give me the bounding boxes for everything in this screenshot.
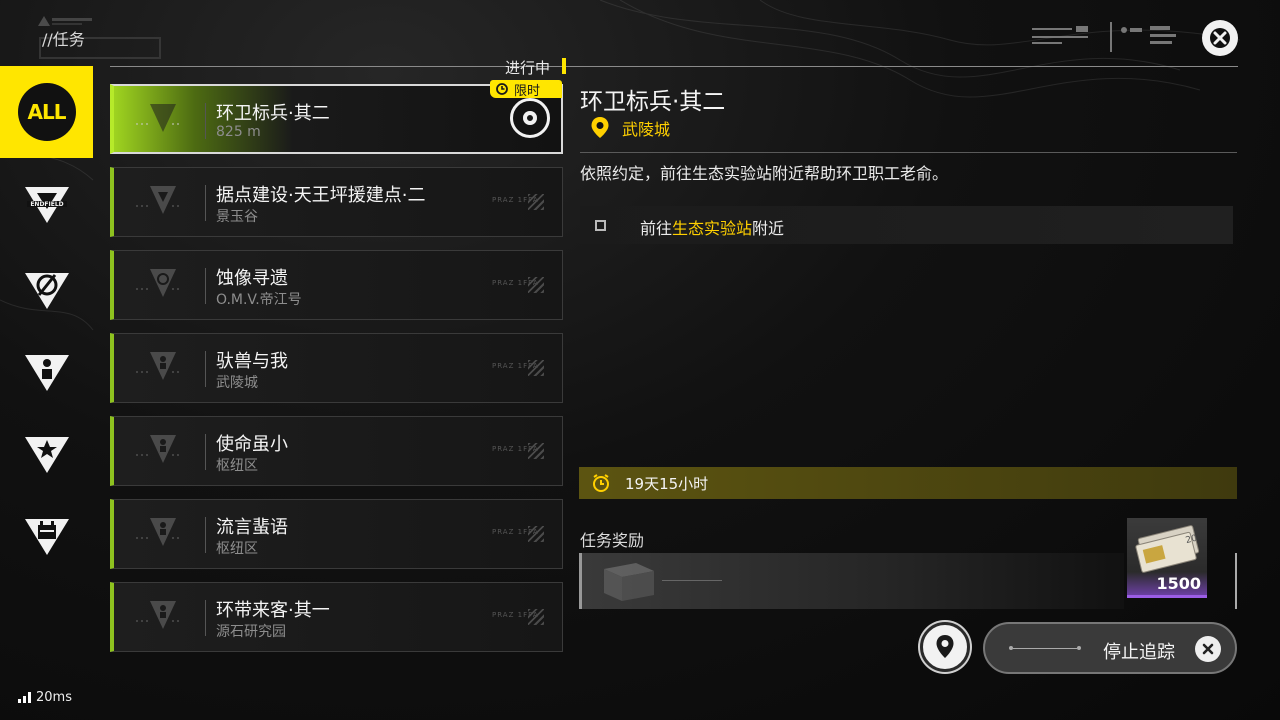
quest-name: 环卫标兵·其二 bbox=[216, 103, 330, 124]
quest-item[interactable]: 驮兽与我 武陵城 PRAZ 1FPA bbox=[110, 333, 563, 403]
hatch-decoration bbox=[528, 526, 544, 542]
quest-name: 据点建设·天王坪援建点·二 bbox=[216, 185, 426, 206]
objective-target: 生态实验站 bbox=[672, 219, 753, 238]
limited-time-badge: 限时 bbox=[490, 80, 562, 99]
signal-icon bbox=[18, 692, 31, 703]
stop-tracking-button[interactable]: 停止追踪 bbox=[983, 622, 1237, 674]
sidebar-item-favorite[interactable] bbox=[0, 412, 93, 494]
close-icon bbox=[1195, 636, 1221, 662]
quest-item[interactable]: 环带来客·其一 源石研究园 PRAZ 1FPA bbox=[110, 582, 563, 652]
reward-quantity: 1500 bbox=[1156, 574, 1201, 593]
quest-separator bbox=[205, 268, 206, 304]
hatch-decoration bbox=[528, 277, 544, 293]
stop-tracking-label: 停止追踪 bbox=[1103, 642, 1175, 663]
category-sidebar: ALL ENDFIELD bbox=[0, 66, 93, 666]
hud-decoration bbox=[1032, 22, 1176, 52]
reward-strip bbox=[579, 553, 1124, 609]
sidebar-item-exploration[interactable] bbox=[0, 248, 93, 330]
objective-row: 前往生态实验站附近 bbox=[580, 206, 1233, 244]
button-decoration-line bbox=[1009, 646, 1081, 650]
hatch-decoration bbox=[528, 443, 544, 459]
detail-divider bbox=[580, 152, 1237, 153]
sidebar-item-all[interactable]: ALL bbox=[0, 66, 93, 158]
tracking-indicator-icon[interactable] bbox=[510, 98, 550, 138]
page-title: //任务 bbox=[42, 30, 85, 49]
limited-label: 限时 bbox=[514, 83, 541, 99]
reward-arrow bbox=[662, 580, 722, 581]
quest-description: 依照约定，前往生态实验站附近帮助环卫职工老俞。 bbox=[580, 164, 949, 183]
currency-bundle-icon: 20 bbox=[1135, 525, 1200, 573]
quest-name: 使命虽小 bbox=[216, 434, 288, 455]
person-icon bbox=[24, 355, 69, 391]
svg-text:ENDFIELD: ENDFIELD bbox=[30, 201, 63, 208]
quest-item[interactable]: 流言蜚语 枢纽区 PRAZ 1FPA bbox=[110, 499, 563, 569]
quest-type-icon bbox=[136, 104, 182, 132]
calendar-icon bbox=[24, 519, 69, 555]
location-pin-icon bbox=[936, 635, 954, 658]
crate-icon bbox=[604, 563, 654, 601]
quest-location-row: 武陵城 bbox=[590, 116, 670, 140]
quest-detail-title: 环卫标兵·其二 bbox=[580, 89, 726, 115]
quest-name: 流言蜚语 bbox=[216, 517, 288, 538]
quest-location: 源石研究园 bbox=[216, 624, 286, 640]
quest-item[interactable]: 据点建设·天王坪援建点·二 景玉谷 PRAZ 1FPA bbox=[110, 167, 563, 237]
location-name: 武陵城 bbox=[622, 120, 671, 139]
quest-distance: 825 m bbox=[216, 124, 261, 140]
reward-edge-line bbox=[1235, 553, 1237, 609]
sidebar-item-endfield[interactable]: ENDFIELD bbox=[0, 158, 93, 248]
timer-icon bbox=[593, 474, 609, 492]
quest-separator bbox=[205, 600, 206, 636]
time-remaining-bar: 19天15小时 bbox=[579, 467, 1237, 499]
latency-value: 20ms bbox=[36, 690, 72, 705]
quest-item[interactable]: 使命虽小 枢纽区 PRAZ 1FPA bbox=[110, 416, 563, 486]
reward-section-label: 任务奖励 bbox=[580, 531, 645, 550]
close-icon bbox=[1210, 28, 1230, 48]
hatch-decoration bbox=[528, 609, 544, 625]
reward-item[interactable]: 20 1500 bbox=[1127, 518, 1207, 598]
endfield-icon: ENDFIELD bbox=[24, 187, 69, 223]
hatch-decoration bbox=[528, 360, 544, 376]
quest-separator bbox=[205, 351, 206, 387]
quest-separator bbox=[205, 103, 206, 139]
compass-icon bbox=[24, 273, 69, 309]
quest-location: 景玉谷 bbox=[216, 209, 258, 225]
clock-icon bbox=[496, 83, 508, 95]
status-accent-mark bbox=[562, 58, 566, 74]
network-latency: 20ms bbox=[18, 690, 72, 705]
quest-type-icon bbox=[136, 269, 182, 297]
all-icon: ALL bbox=[17, 83, 76, 141]
quest-location: O.M.V.帝江号 bbox=[216, 292, 302, 308]
star-icon bbox=[24, 437, 69, 473]
quest-name: 环带来客·其一 bbox=[216, 600, 330, 621]
quest-name: 驮兽与我 bbox=[216, 351, 288, 372]
quest-location: 枢纽区 bbox=[216, 458, 258, 474]
show-on-map-button[interactable] bbox=[920, 622, 970, 672]
quest-type-icon bbox=[136, 435, 182, 463]
hatch-decoration bbox=[528, 194, 544, 210]
quest-separator bbox=[205, 185, 206, 221]
objective-text: 前往生态实验站附近 bbox=[640, 219, 785, 238]
quest-separator bbox=[205, 517, 206, 553]
quest-type-icon bbox=[136, 352, 182, 380]
list-status-label: 进行中 bbox=[505, 59, 551, 77]
quest-location: 枢纽区 bbox=[216, 541, 258, 557]
quest-name: 蚀像寻遗 bbox=[216, 268, 288, 289]
location-pin-icon bbox=[591, 117, 609, 138]
quest-separator bbox=[205, 434, 206, 470]
close-button[interactable] bbox=[1202, 20, 1238, 56]
time-remaining: 19天15小时 bbox=[625, 474, 709, 493]
quest-type-icon bbox=[136, 601, 182, 629]
quest-location: 武陵城 bbox=[216, 375, 258, 391]
quest-list: 环卫标兵·其二 825 m 据点建设·天王坪援建点·二 景玉谷 PRAZ 1FP… bbox=[110, 84, 563, 665]
quest-type-icon bbox=[136, 518, 182, 546]
header-divider bbox=[110, 66, 1238, 67]
quest-type-icon bbox=[136, 186, 182, 214]
objective-checkbox bbox=[595, 220, 606, 231]
sidebar-item-character[interactable] bbox=[0, 330, 93, 412]
sidebar-item-daily[interactable] bbox=[0, 494, 93, 576]
quest-item[interactable]: 蚀像寻遗 O.M.V.帝江号 PRAZ 1FPA bbox=[110, 250, 563, 320]
